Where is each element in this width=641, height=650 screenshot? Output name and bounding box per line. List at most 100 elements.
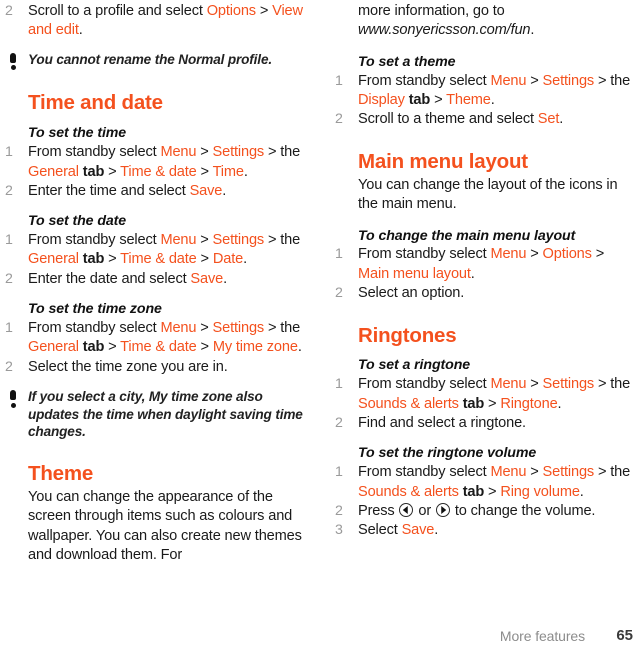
note-text: You cannot rename the Normal profile. [28, 52, 272, 67]
list-item: 1 From standby select Menu > Settings > … [5, 143, 305, 182]
note-emphasis-my-time-zone: My time zone [148, 389, 233, 405]
ui-reference-time-and-date[interactable]: Time & date [120, 339, 197, 355]
ui-reference-menu[interactable]: Menu [490, 246, 526, 262]
list-item: 3 Select Save. [335, 521, 635, 540]
step-text: From standby select Menu > Settings > th… [358, 464, 631, 500]
list-item: 2 Scroll to a profile and select Options… [5, 2, 305, 41]
ui-reference-options[interactable]: Options [543, 246, 592, 262]
note-profile: You cannot rename the Normal profile. [5, 51, 305, 71]
ui-reference-menu[interactable]: Menu [160, 320, 196, 336]
ui-reference-time-and-date[interactable]: Time & date [120, 251, 197, 267]
section-heading-time-and-date: Time and date [28, 91, 163, 115]
ui-reference-date[interactable]: Date [213, 251, 243, 267]
step-number: 1 [5, 232, 13, 249]
steps-set-ringtone-volume: 1 From standby select Menu > Settings > … [335, 463, 635, 541]
steps-change-main-menu-layout: 1 From standby select Menu > Options > M… [335, 245, 635, 303]
step-text: From standby select Menu > Settings > th… [28, 232, 301, 268]
ui-reference-menu[interactable]: Menu [490, 376, 526, 392]
step-text: Scroll to a profile and select Options >… [28, 3, 303, 38]
step-number: 1 [335, 464, 343, 481]
carryover-step-list: 2 Scroll to a profile and select Options… [5, 2, 305, 41]
ui-reference-settings[interactable]: Settings [543, 73, 595, 89]
press-prefix: Press [358, 503, 399, 519]
ui-reference-save[interactable]: Save [190, 271, 223, 287]
step-number: 1 [335, 72, 343, 89]
procedure-title-set-date: To set the date [28, 213, 127, 230]
manual-page: 2 Scroll to a profile and select Options… [0, 0, 641, 650]
step-number: 1 [5, 320, 13, 337]
ui-reference-sounds-alerts-tab[interactable]: Sounds & alerts [358, 484, 459, 500]
step-text: Enter the date and select Save. [28, 270, 227, 287]
ui-reference-menu[interactable]: Menu [160, 232, 196, 248]
ui-reference-options[interactable]: Options [207, 3, 256, 19]
press-middle: or [414, 503, 435, 519]
ui-reference-menu[interactable]: Menu [160, 144, 196, 160]
ui-reference-time[interactable]: Time [213, 164, 244, 180]
step-text: From standby select Menu > Options > Mai… [358, 246, 605, 282]
step-number: 2 [335, 111, 343, 128]
ui-reference-save[interactable]: Save [402, 522, 435, 538]
ui-reference-settings[interactable]: Settings [213, 144, 265, 160]
list-item: 2 Press or to change the volume. [335, 502, 635, 521]
tab-word: tab [82, 339, 105, 356]
ui-reference-theme[interactable]: Theme [446, 92, 491, 108]
ui-reference-settings[interactable]: Settings [213, 232, 265, 248]
step-period: . [78, 22, 83, 39]
step-text: From standby select Menu > Settings > th… [28, 144, 301, 180]
list-item: 2 Enter the time and select Save. [5, 182, 305, 201]
step-text: Enter the time and select Save. [28, 182, 227, 199]
nav-key-left-icon[interactable] [399, 503, 414, 517]
procedure-title-set-time-zone: To set the time zone [28, 301, 162, 318]
step-text: Find and select a ringtone. [358, 415, 526, 432]
step-number: 2 [5, 358, 13, 375]
steps-set-ringtone: 1 From standby select Menu > Settings > … [335, 375, 635, 433]
ui-reference-general-tab[interactable]: General [28, 339, 79, 355]
list-item: 1 From standby select Menu > Settings > … [335, 72, 635, 111]
ui-reference-sounds-alerts-tab[interactable]: Sounds & alerts [358, 396, 459, 412]
list-item: 1 From standby select Menu > Settings > … [335, 463, 635, 502]
ui-reference-display-tab[interactable]: Display [358, 92, 405, 108]
ui-reference-general-tab[interactable]: General [28, 164, 79, 180]
ui-reference-settings[interactable]: Settings [543, 464, 595, 480]
ui-reference-general-tab[interactable]: General [28, 251, 79, 267]
procedure-title-set-ringtone-volume: To set the ringtone volume [358, 445, 537, 462]
ui-reference-menu[interactable]: Menu [490, 464, 526, 480]
ui-reference-settings[interactable]: Settings [543, 376, 595, 392]
list-item: 1 From standby select Menu > Settings > … [5, 231, 305, 270]
ui-reference-save[interactable]: Save [190, 183, 223, 199]
footer-chapter-title: More features [499, 628, 585, 644]
list-item: 2 Scroll to a theme and select Set. [335, 110, 635, 129]
step-text-plain: Scroll to a profile and select [28, 3, 207, 19]
steps-set-date: 1 From standby select Menu > Settings > … [5, 231, 305, 289]
ui-reference-menu[interactable]: Menu [490, 73, 526, 89]
ui-reference-ringtone[interactable]: Ringtone [500, 396, 557, 412]
step-number: 1 [335, 376, 343, 393]
procedure-title-set-theme: To set a theme [358, 53, 456, 70]
note-part-1: You cannot rename the [28, 51, 179, 67]
step-text: Select Save. [358, 522, 439, 539]
step-text: Select an option. [358, 285, 465, 302]
ui-reference-ring-volume[interactable]: Ring volume [500, 484, 580, 500]
nav-key-right-icon[interactable] [435, 503, 450, 517]
step-number: 3 [335, 522, 343, 539]
sonyericsson-url[interactable]: www.sonyericsson.com/fun [358, 22, 531, 38]
section-heading-main-menu-layout: Main menu layout [358, 149, 528, 173]
note-part-1: If you select a city, [28, 389, 149, 405]
tab-word: tab [82, 163, 105, 180]
step-number: 2 [335, 285, 343, 302]
step-number: 2 [5, 270, 13, 287]
ui-reference-settings[interactable]: Settings [213, 320, 265, 336]
ui-reference-my-time-zone[interactable]: My time zone [213, 339, 298, 355]
step-text: Scroll to a theme and select Set. [358, 111, 564, 128]
note-text: If you select a city, My time zone also … [28, 389, 303, 439]
steps-set-theme: 1 From standby select Menu > Settings > … [335, 72, 635, 130]
main-menu-layout-body: You can change the layout of the icons i… [358, 176, 618, 213]
theme-body-continued: more information, go to www.sonyericsson… [358, 2, 635, 41]
step-text: Select the time zone you are in. [28, 358, 228, 375]
section-heading-theme: Theme [28, 462, 94, 486]
ui-reference-main-menu-layout[interactable]: Main menu layout [358, 266, 471, 282]
steps-set-time-zone: 1 From standby select Menu > Settings > … [5, 319, 305, 377]
ui-reference-set[interactable]: Set [538, 111, 560, 127]
tab-word: tab [408, 91, 431, 108]
ui-reference-time-and-date[interactable]: Time & date [120, 164, 197, 180]
